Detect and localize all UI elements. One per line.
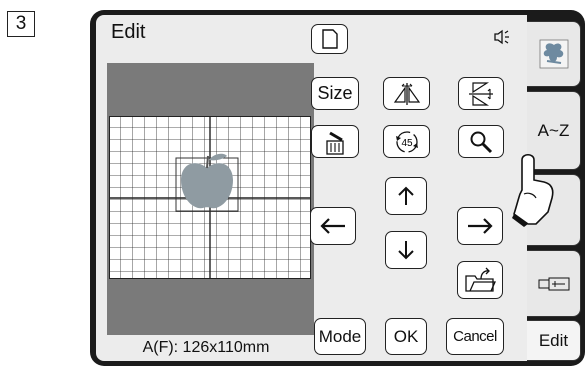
- speaker-icon[interactable]: [493, 29, 511, 50]
- usb-icon: [538, 277, 569, 290]
- size-button[interactable]: Size: [311, 77, 359, 110]
- apple-design: [175, 153, 239, 212]
- zoom-button[interactable]: [458, 125, 504, 158]
- embroidery-preview: [107, 63, 314, 335]
- mirror-vertical-icon: [469, 81, 493, 106]
- mirror-vertical-button[interactable]: [458, 77, 504, 110]
- arrow-right-icon: [468, 218, 493, 234]
- card-icon: [321, 29, 338, 49]
- tab-embroidery[interactable]: [527, 21, 581, 87]
- move-right-button[interactable]: [457, 207, 503, 245]
- step-number: 3: [7, 11, 35, 37]
- tab-edit[interactable]: Edit: [527, 320, 581, 361]
- design-size-label: A(F): 126x110mm: [142, 339, 270, 356]
- arrow-down-icon: [398, 241, 414, 260]
- move-left-button[interactable]: [310, 207, 356, 245]
- folder-save-icon: [465, 267, 496, 292]
- mirror-horizontal-icon: [393, 82, 420, 105]
- mirror-horizontal-button[interactable]: [383, 77, 430, 110]
- screen-title: Edit: [111, 21, 146, 43]
- tab-usb[interactable]: [527, 250, 581, 317]
- rotate-45-label: 45: [401, 138, 413, 149]
- magnifier-icon: [470, 131, 493, 153]
- pointing-hand-icon: [512, 153, 554, 227]
- ok-button[interactable]: OK: [385, 318, 427, 355]
- cancel-button[interactable]: Cancel: [446, 318, 504, 355]
- arrow-up-icon: [398, 186, 414, 205]
- mode-button[interactable]: Mode: [314, 318, 366, 355]
- arrow-left-icon: [320, 218, 345, 234]
- embroidery-pattern-icon: [539, 39, 568, 69]
- move-down-button[interactable]: [385, 231, 427, 269]
- hoop-grid: [109, 116, 311, 279]
- rotate-icon: 45: [395, 130, 418, 153]
- rotate-45-button[interactable]: 45: [383, 125, 430, 158]
- save-button[interactable]: [457, 261, 503, 299]
- delete-icon: [326, 131, 344, 155]
- lcd-screen: Edit A(F): 126x110mm Size 45 Mode OK Can…: [96, 15, 527, 361]
- delete-button[interactable]: [311, 125, 359, 158]
- card-button[interactable]: [311, 24, 348, 54]
- move-up-button[interactable]: [385, 177, 427, 215]
